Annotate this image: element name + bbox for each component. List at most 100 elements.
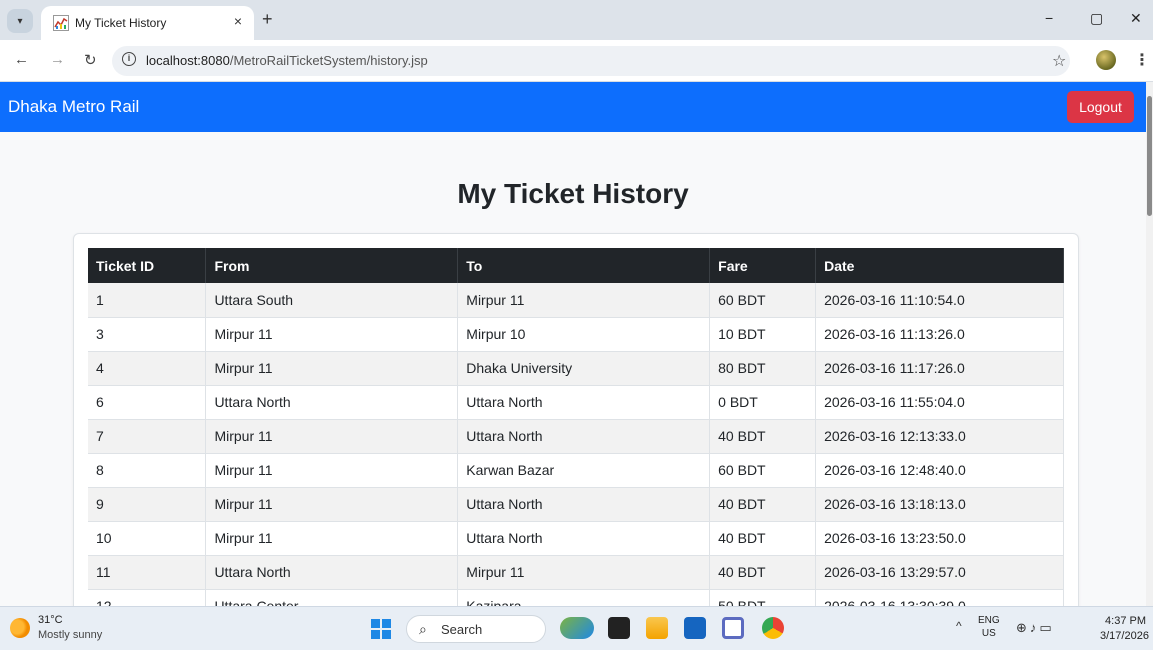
column-header-date: Date: [815, 248, 1064, 283]
cell-ticket-id: 1: [88, 283, 207, 318]
navbar: Dhaka Metro Rail Logout: [0, 82, 1146, 132]
bookmark-star-icon[interactable]: ☆: [1052, 51, 1066, 71]
url-text[interactable]: localhost:8080/MetroRailTicketSystem/his…: [146, 53, 428, 68]
table-row: 6 Uttara North Uttara North 0 BDT 2026-03-16…: [88, 385, 1064, 420]
table-row: 9 Mirpur 11 Uttara North 40 BDT 2026-03-16 1…: [88, 487, 1064, 522]
language-indicator[interactable]: ENG US: [978, 614, 1000, 640]
scrollbar-thumb[interactable]: [1147, 96, 1152, 216]
cell-to: Uttara North: [457, 487, 711, 522]
profile-avatar[interactable]: [1096, 50, 1116, 70]
cell-date: 2026-03-16 13:23:50.0: [815, 521, 1064, 556]
cell-date: 2026-03-16 11:13:26.0: [815, 317, 1064, 352]
cell-to: Mirpur 11: [457, 555, 711, 590]
windows-start-icon[interactable]: [371, 619, 391, 639]
weather-sun-icon[interactable]: [10, 618, 30, 638]
cell-to: Uttara North: [457, 419, 711, 454]
back-arrow-icon[interactable]: ←: [14, 51, 29, 68]
file-explorer-icon[interactable]: [646, 617, 668, 639]
cell-fare: 40 BDT: [709, 487, 817, 522]
widgets-app-icon[interactable]: [560, 617, 594, 639]
tab-close-icon[interactable]: ×: [234, 13, 242, 29]
column-header-from: From: [205, 248, 459, 283]
cell-date: 2026-03-16 11:55:04.0: [815, 385, 1064, 420]
cell-to: Karwan Bazar: [457, 453, 711, 488]
table-row: 8 Mirpur 11 Karwan Bazar 60 BDT 2026-03-16 1…: [88, 453, 1064, 488]
chart-favicon-icon: [53, 15, 69, 31]
tray-network-volume-battery-icons[interactable]: ⊕♪▭: [1016, 620, 1055, 636]
table-header-row: Ticket ID From To Fare Date: [88, 248, 1064, 283]
tab-title: My Ticket History: [75, 16, 167, 30]
keyboard-region: US: [981, 628, 996, 639]
chrome-icon[interactable]: [762, 617, 784, 639]
task-view-icon[interactable]: [608, 617, 630, 639]
site-info-icon[interactable]: i: [122, 52, 136, 66]
cell-to: Mirpur 11: [457, 283, 711, 318]
cell-to: Uttara North: [457, 385, 711, 420]
cell-to: Dhaka University: [457, 351, 711, 386]
cell-date: 2026-03-16 12:48:40.0: [815, 453, 1064, 488]
search-icon: ⌕: [419, 621, 427, 637]
tray-chevron-icon[interactable]: ^: [956, 619, 962, 633]
new-tab-button[interactable]: +: [262, 10, 273, 28]
cell-from: Uttara South: [205, 283, 459, 318]
cell-fare: 60 BDT: [709, 283, 817, 318]
cell-ticket-id: 4: [88, 351, 207, 386]
browser-tabstrip: ▾ My Ticket History × + − ▢ ✕: [0, 0, 1153, 40]
column-header-fare: Fare: [709, 248, 817, 283]
cell-from: Mirpur 11: [205, 351, 459, 386]
clock-time: 4:37 PM: [1105, 615, 1146, 627]
cell-fare: 0 BDT: [709, 385, 817, 420]
cell-date: 2026-03-16 12:13:33.0: [815, 419, 1064, 454]
column-header-ticket-id: Ticket ID: [88, 248, 207, 283]
cell-from: Mirpur 11: [205, 419, 459, 454]
app-icon[interactable]: [722, 617, 744, 639]
browser-menu-icon[interactable]: ⋮: [1134, 50, 1150, 70]
store-icon[interactable]: [684, 617, 706, 639]
cell-ticket-id: 3: [88, 317, 207, 352]
cell-from: Uttara North: [205, 385, 459, 420]
cell-to: Uttara North: [457, 521, 711, 556]
taskbar-clock[interactable]: 4:37 PM 3/17/2026: [1100, 614, 1149, 644]
table-row: 10 Mirpur 11 Uttara North 40 BDT 2026-03-16 …: [88, 521, 1064, 556]
page-scrollbar[interactable]: [1146, 82, 1153, 606]
cell-date: 2026-03-16 13:18:13.0: [815, 487, 1064, 522]
browser-tab[interactable]: My Ticket History ×: [41, 6, 254, 40]
cell-from: Uttara North: [205, 555, 459, 590]
column-header-to: To: [457, 248, 711, 283]
cell-fare: 40 BDT: [709, 419, 817, 454]
cell-from: Mirpur 11: [205, 453, 459, 488]
window-close-button[interactable]: ✕: [1130, 10, 1142, 27]
table-row: 12 Uttara Center Kazipara 50 BDT 2026-03-16 …: [88, 589, 1064, 606]
language-code: ENG: [978, 615, 1000, 626]
cell-ticket-id: 7: [88, 419, 207, 454]
cell-ticket-id: 9: [88, 487, 207, 522]
cell-date: 2026-03-16 13:30:39.0: [815, 589, 1064, 606]
tab-search-button[interactable]: ▾: [7, 9, 33, 33]
weather-description[interactable]: Mostly sunny: [38, 629, 102, 641]
cell-ticket-id: 11: [88, 555, 207, 590]
table-row: 11 Uttara North Mirpur 11 40 BDT 2026-03-16 …: [88, 555, 1064, 590]
url-host: localhost:8080: [146, 53, 230, 68]
forward-arrow-icon[interactable]: →: [50, 51, 65, 68]
cell-fare: 50 BDT: [709, 589, 817, 606]
weather-temperature[interactable]: 31°C: [38, 614, 63, 626]
cell-from: Mirpur 11: [205, 317, 459, 352]
reload-icon[interactable]: ↻: [84, 51, 97, 69]
browser-toolbar: ← → ↻ i localhost:8080/MetroRailTicketSy…: [0, 40, 1153, 82]
cell-from: Uttara Center: [205, 589, 459, 606]
maximize-button[interactable]: ▢: [1090, 10, 1103, 27]
page-title: My Ticket History: [457, 178, 689, 209]
address-bar[interactable]: i localhost:8080/MetroRailTicketSystem/h…: [112, 46, 1070, 76]
cell-ticket-id: 6: [88, 385, 207, 420]
cell-fare: 60 BDT: [709, 453, 817, 488]
cell-fare: 40 BDT: [709, 521, 817, 556]
cell-ticket-id: 8: [88, 453, 207, 488]
clock-date: 3/17/2026: [1100, 630, 1149, 642]
taskbar-search[interactable]: ⌕ Search: [406, 615, 546, 643]
logout-button[interactable]: Logout: [1067, 91, 1134, 123]
cell-fare: 40 BDT: [709, 555, 817, 590]
table-row: 1 Uttara South Mirpur 11 60 BDT 2026-03-16 1…: [88, 283, 1064, 318]
history-card: Ticket ID From To Fare Date 1 Uttara Sout…: [73, 233, 1079, 606]
minimize-button[interactable]: −: [1045, 10, 1053, 26]
navbar-brand[interactable]: Dhaka Metro Rail: [8, 97, 139, 117]
